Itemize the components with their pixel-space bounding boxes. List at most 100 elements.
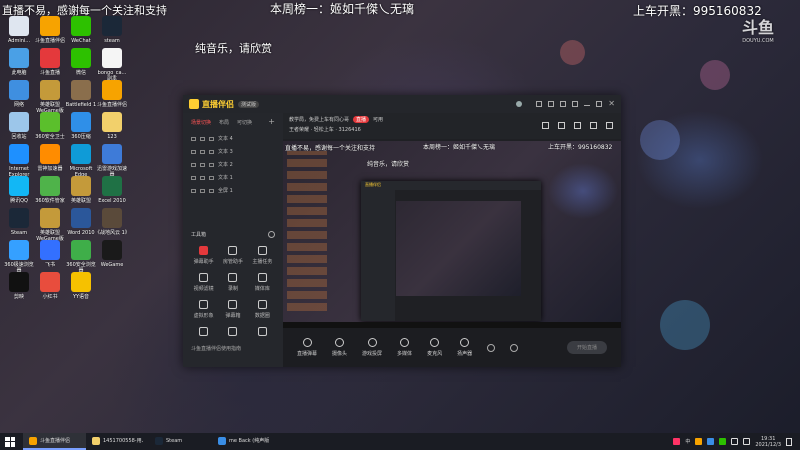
desktop-icon[interactable]: 英雄联盟: [64, 176, 98, 204]
tray-app-icon[interactable]: [695, 438, 703, 445]
desktop-icon[interactable]: 微信: [64, 48, 98, 76]
tool-virtual-avatar[interactable]: 虚拟形象: [189, 300, 218, 319]
tray-app-icon[interactable]: [719, 438, 727, 445]
action-camera[interactable]: 摄像头: [332, 338, 347, 357]
tab-switchable[interactable]: 可切换: [237, 119, 252, 126]
settings-icon[interactable]: [560, 101, 567, 107]
tool-record[interactable]: 录制: [218, 273, 247, 292]
scene-item[interactable]: 文本 2: [183, 158, 283, 171]
desktop-icon[interactable]: 斗鱼直播: [33, 48, 67, 76]
ime-indicator[interactable]: 中: [685, 438, 690, 445]
tool-data-circle[interactable]: 数据圈: [248, 300, 277, 319]
action-game-cast[interactable]: 游戏投屏: [362, 338, 382, 357]
taskbar-item[interactable]: 1451700558-用人...: [86, 433, 149, 450]
notification-icon[interactable]: [786, 437, 792, 446]
share-icon[interactable]: [542, 122, 549, 129]
desktop-icon[interactable]: steam: [95, 16, 129, 44]
desktop-icon[interactable]: 360压缩: [64, 112, 98, 140]
eye-icon[interactable]: [191, 188, 196, 193]
desktop-icon[interactable]: 网络: [2, 80, 36, 108]
desktop-icon[interactable]: 雷神加速器: [33, 144, 67, 172]
network-icon[interactable]: [731, 438, 739, 445]
clock[interactable]: 19:31 2021/12/3: [755, 436, 781, 448]
desktop-icon[interactable]: WeGame: [95, 240, 129, 268]
desktop-icon[interactable]: bongo_ca... 副本: [95, 48, 129, 82]
lock-icon[interactable]: [200, 149, 205, 154]
desktop-icon[interactable]: Steam: [2, 208, 36, 236]
tool-extra[interactable]: [248, 327, 277, 339]
desktop-icon[interactable]: 斗鱼直播伴侣: [95, 80, 129, 108]
tool-video-filter[interactable]: 视频滤镜: [189, 273, 218, 292]
eye-icon[interactable]: [191, 175, 196, 180]
lock-icon[interactable]: [574, 122, 581, 129]
windows-start-icon[interactable]: [5, 436, 15, 447]
desktop-icon[interactable]: 剪映: [2, 272, 36, 300]
desktop-icon[interactable]: 360极速浏览器: [2, 240, 36, 274]
menu-icon[interactable]: [572, 101, 579, 107]
tool-extra[interactable]: [189, 327, 218, 339]
action-danmu[interactable]: 直播弹幕: [297, 338, 317, 357]
sogou-icon[interactable]: [673, 438, 681, 445]
desktop-icon[interactable]: 此电脑: [2, 48, 36, 76]
eye-icon[interactable]: [191, 162, 196, 167]
bell-icon[interactable]: [590, 122, 597, 129]
more-icon[interactable]: [606, 122, 613, 129]
lock-icon[interactable]: [200, 188, 205, 193]
scene-item[interactable]: 文本 4: [183, 132, 283, 145]
stream-preview[interactable]: 直播不易，感谢每一个关注和支持 本周榜一：姬如千傑乀无璃 上车开黑：995160…: [283, 141, 621, 328]
message-icon[interactable]: [536, 101, 543, 107]
tray-app-icon[interactable]: [707, 438, 715, 445]
tool-streamer-tasks[interactable]: 主播任务: [248, 246, 277, 265]
desktop-icon[interactable]: 迅雷游戏加速器: [95, 144, 129, 178]
tab-scene-switch[interactable]: 场景切换: [191, 119, 211, 126]
desktop-icon[interactable]: 小红书: [33, 272, 67, 300]
desktop-icon[interactable]: 飞书: [33, 240, 67, 268]
start-live-button[interactable]: 开始直播: [566, 341, 607, 354]
desktop-icon[interactable]: Microsoft Edge: [64, 144, 98, 178]
lock-icon[interactable]: [200, 162, 205, 167]
taskbar-item[interactable]: 斗鱼直播伴侣: [23, 433, 86, 450]
lock-icon[interactable]: [200, 175, 205, 180]
desktop-icon[interactable]: 360安全浏览器: [64, 240, 98, 274]
desktop-icon[interactable]: 360软件管家: [33, 176, 67, 204]
avatar[interactable]: [516, 101, 523, 107]
tool-extra[interactable]: [218, 327, 247, 339]
skin-icon[interactable]: [548, 101, 555, 107]
taskbar-item[interactable]: Steam: [149, 433, 212, 450]
close-icon[interactable]: ✕: [608, 100, 615, 108]
desktop-icon[interactable]: Battlefield 1: [64, 80, 98, 108]
guide-link[interactable]: 斗鱼直播伴侣使用指南: [183, 343, 283, 354]
desktop-icon[interactable]: 腾讯QQ: [2, 176, 36, 204]
maximize-icon[interactable]: [596, 101, 603, 107]
action-speaker[interactable]: 扬声器: [457, 338, 472, 357]
scene-item[interactable]: 全屏 1: [183, 184, 283, 197]
desktop-icon[interactable]: YY语音: [64, 272, 98, 300]
settings-gear-icon[interactable]: [510, 343, 519, 352]
tool-danmu-assistant[interactable]: 弹幕助手: [189, 246, 218, 265]
desktop-icon[interactable]: 斗鱼直播伴侣: [33, 16, 67, 44]
tool-danmu-box[interactable]: 弹幕箱: [218, 300, 247, 319]
stream-title[interactable]: 教学局，免费上车有同心哥: [289, 116, 349, 123]
desktop-icon[interactable]: WeChat: [64, 16, 98, 44]
desktop-icon[interactable]: 英雄联盟WeGame版: [33, 208, 67, 242]
eye-icon[interactable]: [191, 149, 196, 154]
action-microphone[interactable]: 麦克风: [427, 338, 442, 357]
desktop-icon[interactable]: Internet Explorer: [2, 144, 36, 178]
tool-room-admin[interactable]: 房管助手: [218, 246, 247, 265]
add-scene-icon[interactable]: +: [268, 118, 275, 126]
gift-icon[interactable]: [558, 122, 565, 129]
desktop-icon[interactable]: 《战地风云 1》: [95, 208, 130, 236]
desktop-icon[interactable]: Word 2010: [64, 208, 98, 236]
scene-item[interactable]: 文本 3: [183, 145, 283, 158]
action-multimedia[interactable]: 多媒体: [397, 338, 412, 357]
desktop-icon[interactable]: 360安全卫士: [33, 112, 67, 140]
desktop-icon[interactable]: 123: [95, 112, 129, 140]
scene-item[interactable]: 文本 1: [183, 171, 283, 184]
collapse-icon[interactable]: [268, 231, 275, 238]
tool-media-library[interactable]: 媒体库: [248, 273, 277, 292]
desktop-icon[interactable]: 回收站: [2, 112, 36, 140]
lock-icon[interactable]: [200, 136, 205, 141]
record-toggle-icon[interactable]: [487, 343, 496, 352]
volume-icon[interactable]: [743, 438, 751, 445]
eye-icon[interactable]: [191, 136, 196, 141]
